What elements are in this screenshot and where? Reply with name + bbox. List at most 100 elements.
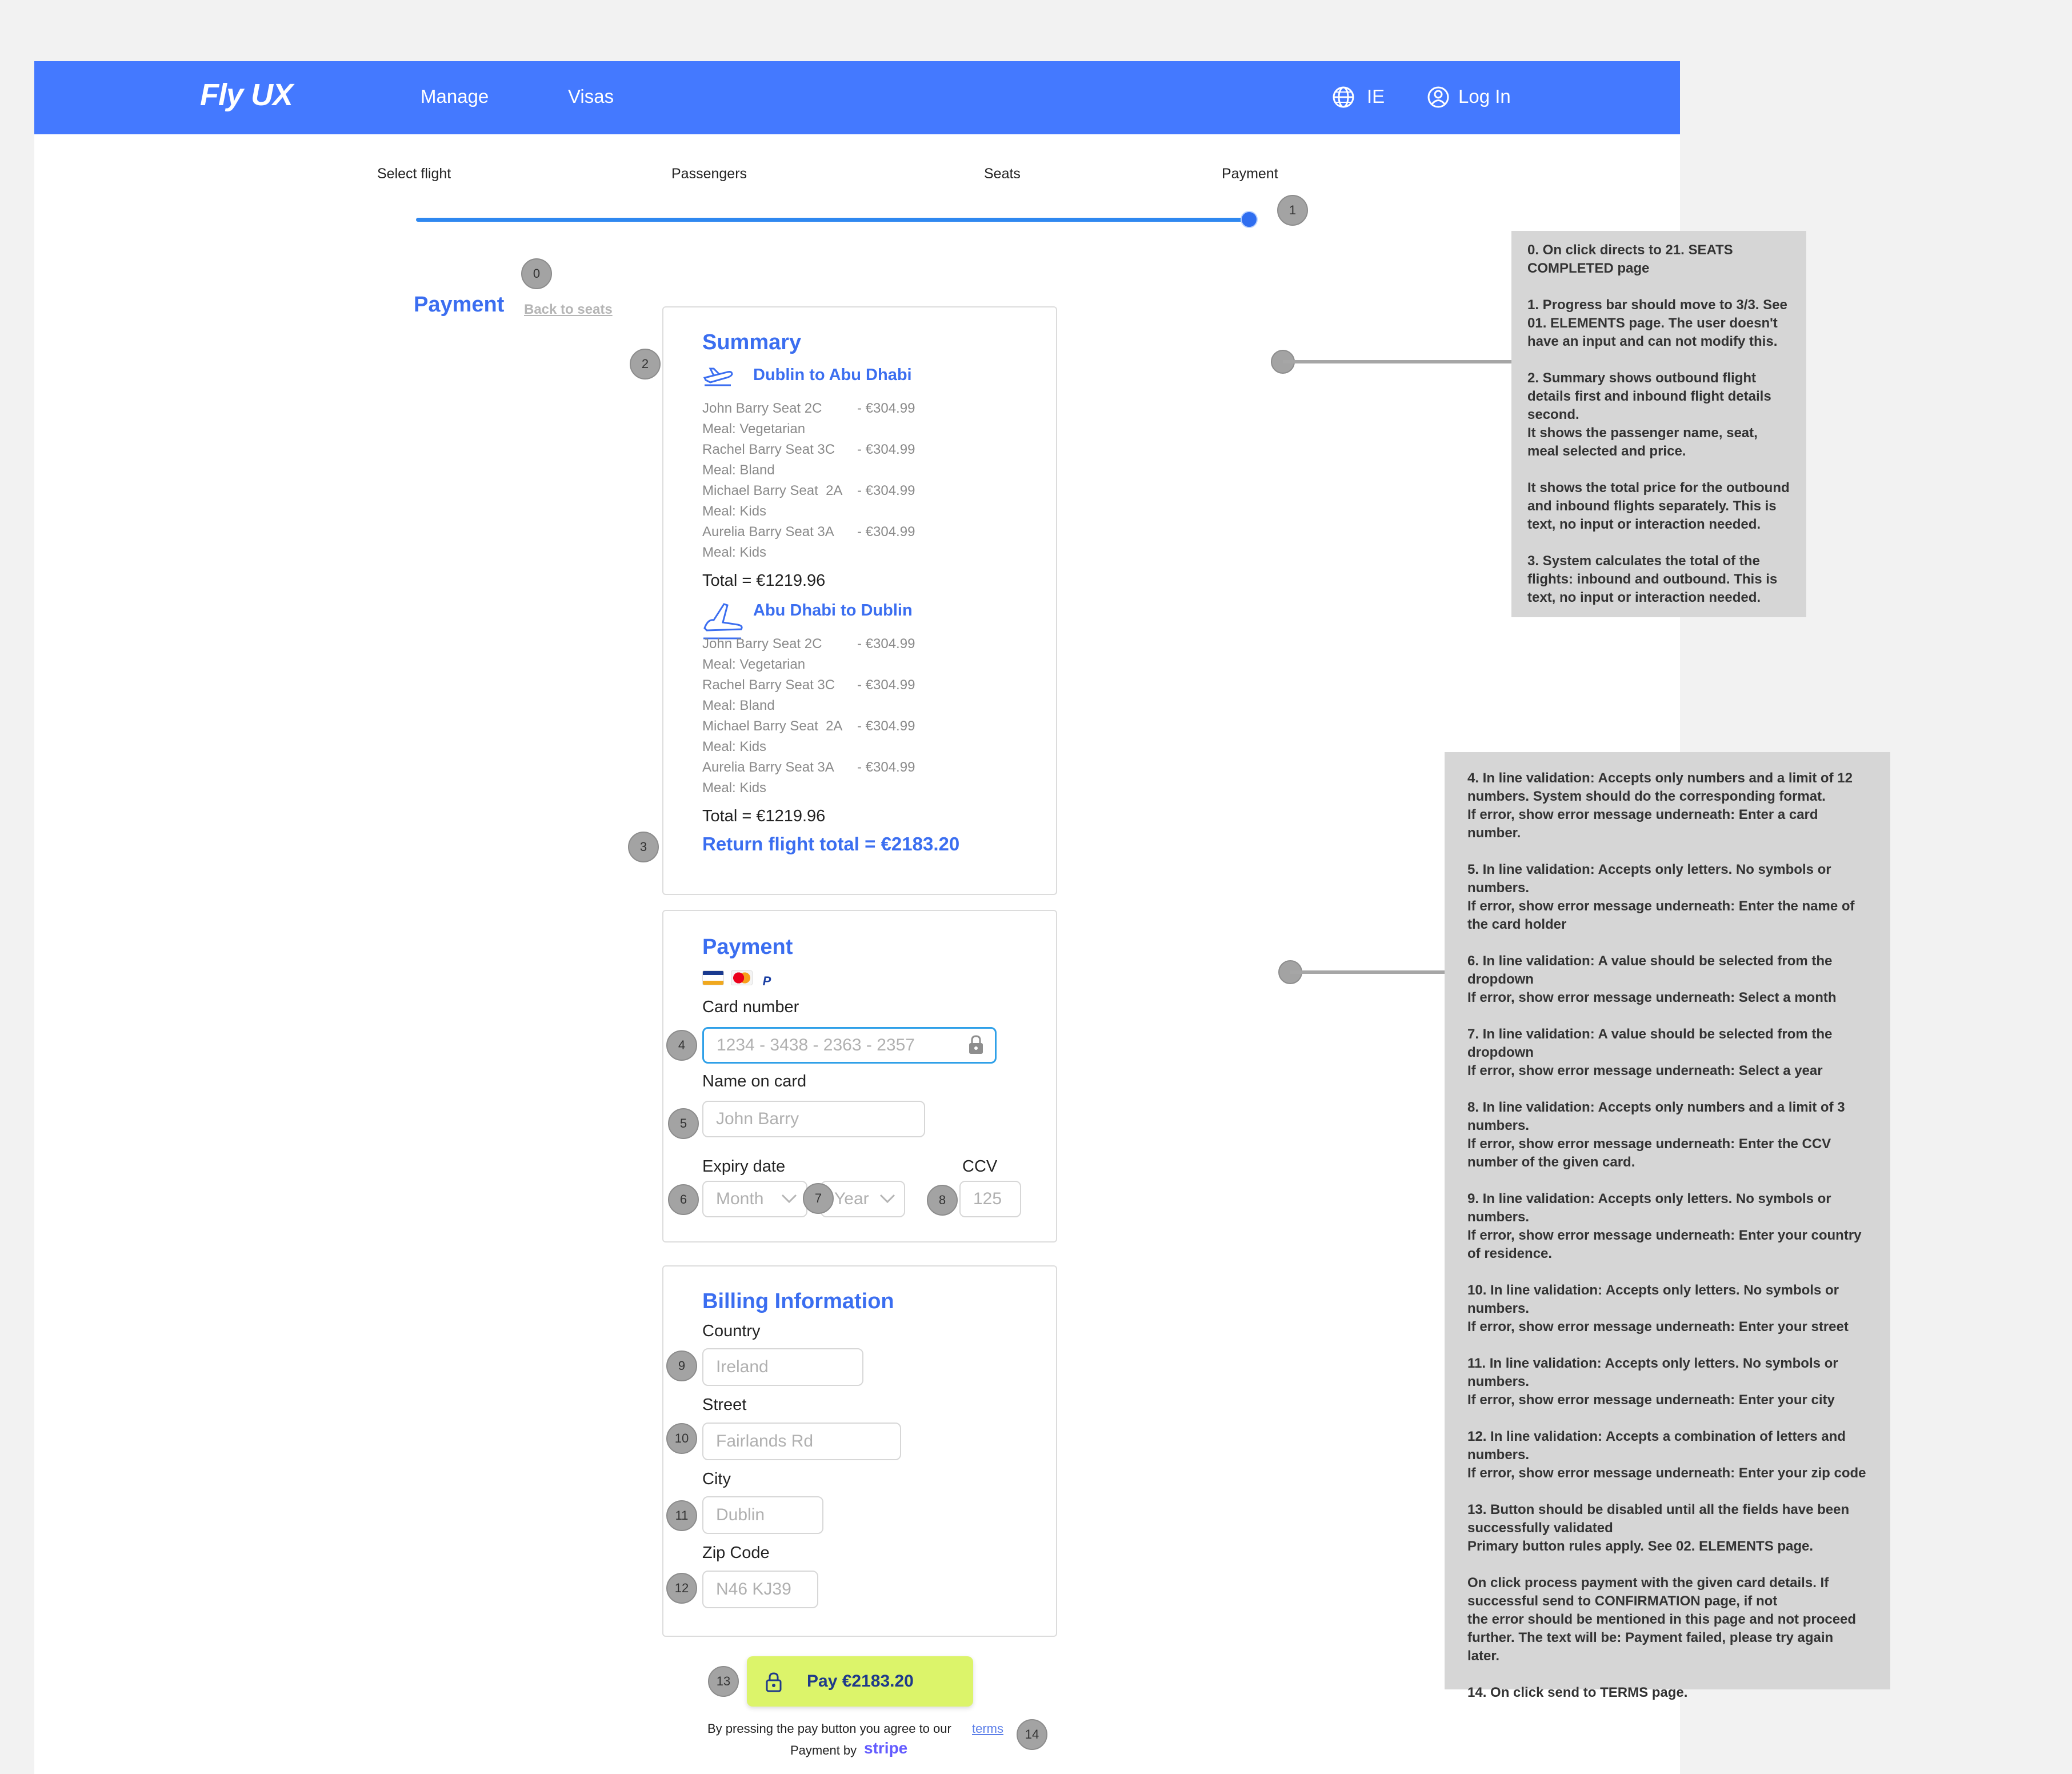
note-text: 2. Summary shows outbound flight details… <box>1527 370 1771 459</box>
pay-button-label: Pay €2183.20 <box>807 1672 914 1691</box>
progress-knob <box>1241 211 1258 228</box>
country-input[interactable]: Ireland <box>702 1348 863 1386</box>
step-payment: Payment <box>1222 166 1278 182</box>
zip-code-input[interactable]: N46 KJ39 <box>702 1571 818 1608</box>
chevron-down-icon <box>781 1194 797 1204</box>
logo[interactable]: Fly UX <box>200 77 293 113</box>
inbound-price-2: - €304.99 <box>857 677 915 693</box>
country-label: Country <box>702 1322 761 1340</box>
step-seats: Seats <box>984 166 1021 182</box>
visa-icon <box>702 970 724 985</box>
inbound-price-1: - €304.99 <box>857 636 915 652</box>
annotation-marker-4: 4 <box>666 1030 697 1061</box>
stripe-logo: stripe <box>864 1739 908 1757</box>
note-text: 4. In line validation: Accepts only numb… <box>1467 770 1853 841</box>
inbound-total: Total = €1219.96 <box>702 807 826 825</box>
nav-visas-link[interactable]: Visas <box>568 86 614 107</box>
mastercard-icon <box>731 970 753 985</box>
globe-icon[interactable] <box>1331 85 1355 109</box>
plane-takeoff-icon <box>703 367 733 386</box>
ccv-label: CCV <box>962 1157 998 1176</box>
summary-title: Summary <box>702 330 802 354</box>
annotation-marker-7: 7 <box>803 1183 834 1214</box>
return-flight-total: Return flight total = €2183.20 <box>702 833 960 854</box>
page-title: Payment <box>414 293 505 317</box>
annotation-marker-6: 6 <box>668 1184 699 1215</box>
note-text: On click process payment with the given … <box>1467 1575 1857 1664</box>
user-icon[interactable] <box>1426 85 1450 109</box>
note-text: 6. In line validation: A value should be… <box>1467 953 1837 1005</box>
note-text: 9. In line validation: Accepts only lett… <box>1467 1191 1862 1261</box>
name-on-card-input[interactable]: John Barry <box>702 1101 925 1137</box>
card-number-placeholder: 1234 - 3438 - 2363 - 2357 <box>717 1036 915 1054</box>
outbound-passenger-1: John Barry Seat 2C <box>702 401 822 416</box>
city-input[interactable]: Dublin <box>702 1496 823 1534</box>
annotation-marker-10: 10 <box>666 1423 697 1454</box>
ccv-placeholder: 125 <box>973 1189 1002 1208</box>
lock-icon <box>766 1672 782 1692</box>
note-text: 1. Progress bar should move to 3/3. See … <box>1527 297 1787 349</box>
country-placeholder: Ireland <box>716 1357 769 1376</box>
note-text: It shows the total price for the outboun… <box>1527 480 1790 532</box>
outbound-passenger-2: Rachel Barry Seat 3C <box>702 442 835 457</box>
outbound-price-4: - €304.99 <box>857 524 915 540</box>
outbound-meal-2: Meal: Bland <box>702 462 775 478</box>
month-placeholder: Month <box>716 1189 764 1208</box>
inbound-passenger-4: Aurelia Barry Seat 3A <box>702 760 834 775</box>
outbound-passenger-4: Aurelia Barry Seat 3A <box>702 524 834 540</box>
ccv-input[interactable]: 125 <box>959 1181 1021 1217</box>
inbound-passenger-3: Michael Barry Seat 2A <box>702 718 843 734</box>
annotation-marker-3: 3 <box>628 832 659 862</box>
progress-bar <box>416 218 1250 222</box>
name-on-card-label: Name on card <box>702 1072 807 1090</box>
note-text: 11. In line validation: Accepts only let… <box>1467 1356 1838 1408</box>
annotation-marker-2: 2 <box>630 349 661 379</box>
step-passengers: Passengers <box>671 166 747 182</box>
back-to-seats-link[interactable]: Back to seats <box>524 302 613 318</box>
chevron-down-icon <box>879 1194 895 1204</box>
zip-code-label: Zip Code <box>702 1544 770 1562</box>
note-text: 13. Button should be disabled until all … <box>1467 1502 1850 1554</box>
lock-icon <box>969 1035 983 1054</box>
annotation-marker-11: 11 <box>666 1500 697 1531</box>
outbound-passenger-3: Michael Barry Seat 2A <box>702 483 843 498</box>
expiry-date-label: Expiry date <box>702 1157 786 1176</box>
annotation-marker-1: 1 <box>1277 195 1308 226</box>
city-label: City <box>702 1470 731 1488</box>
annotation-notes-top: 0. On click directs to 21. SEATS COMPLET… <box>1511 231 1806 617</box>
inbound-meal-3: Meal: Kids <box>702 739 767 754</box>
nav-manage-link[interactable]: Manage <box>421 86 489 107</box>
outbound-meal-3: Meal: Kids <box>702 504 767 519</box>
note-text: 3. System calculates the total of the fl… <box>1527 553 1778 605</box>
annotation-marker-9: 9 <box>666 1351 697 1381</box>
connector-line-top <box>1283 360 1511 363</box>
note-text: 12. In line validation: Accepts a combin… <box>1467 1429 1866 1481</box>
inbound-meal-4: Meal: Kids <box>702 780 767 796</box>
street-input[interactable]: Fairlands Rd <box>702 1423 901 1460</box>
note-text: 7. In line validation: A value should be… <box>1467 1026 1833 1078</box>
inbound-meal-1: Meal: Vegetarian <box>702 657 806 672</box>
language-selector[interactable]: IE <box>1367 86 1385 107</box>
note-text: 5. In line validation: Accepts only lett… <box>1467 862 1855 932</box>
inbound-passenger-2: Rachel Barry Seat 3C <box>702 677 835 693</box>
card-number-input[interactable]: 1234 - 3438 - 2363 - 2357 <box>702 1027 997 1064</box>
inbound-meal-2: Meal: Bland <box>702 698 775 713</box>
inbound-route: Abu Dhabi to Dublin <box>753 601 913 620</box>
outbound-route: Dublin to Abu Dhabi <box>753 366 912 384</box>
city-placeholder: Dublin <box>716 1505 765 1524</box>
inbound-passenger-1: John Barry Seat 2C <box>702 636 822 652</box>
annotation-marker-5: 5 <box>668 1108 699 1139</box>
terms-link[interactable]: terms <box>972 1721 1003 1736</box>
terms-text: By pressing the pay button you agree to … <box>707 1721 951 1736</box>
outbound-price-1: - €304.99 <box>857 401 915 416</box>
annotation-marker-14: 14 <box>1017 1719 1047 1750</box>
street-label: Street <box>702 1396 747 1414</box>
annotation-marker-8: 8 <box>927 1185 958 1216</box>
note-text: 14. On click send to TERMS page. <box>1467 1685 1688 1700</box>
login-link[interactable]: Log In <box>1458 86 1511 107</box>
outbound-total: Total = €1219.96 <box>702 572 826 590</box>
outbound-meal-4: Meal: Kids <box>702 545 767 560</box>
street-placeholder: Fairlands Rd <box>716 1432 814 1451</box>
payment-section-title: Payment <box>702 935 793 959</box>
zip-code-placeholder: N46 KJ39 <box>716 1580 791 1599</box>
